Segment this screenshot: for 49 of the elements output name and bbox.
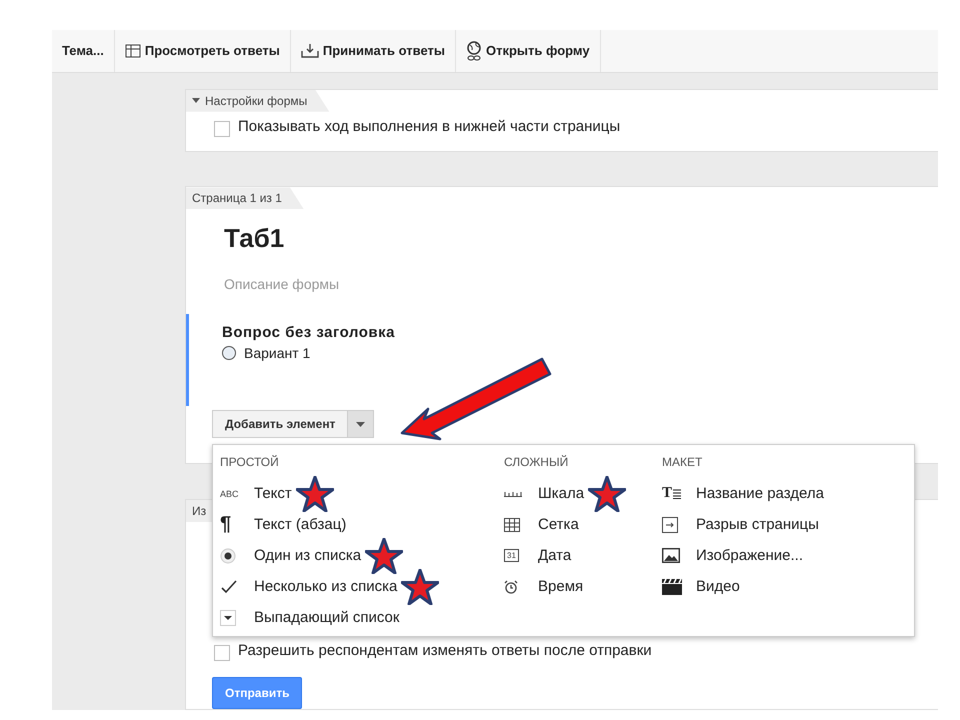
checkbox-label: Разрешить респондентам изменять ответы после отправки xyxy=(238,642,652,659)
menu-item[interactable]: Сетка xyxy=(538,516,579,533)
calendar-icon: 31 xyxy=(504,549,519,562)
section-tab[interactable]: Настройки формы xyxy=(186,90,330,112)
menu-item[interactable]: Один из списка xyxy=(254,547,362,564)
menu-item[interactable]: Название раздела xyxy=(696,485,824,502)
menu-item[interactable]: Разрыв страницы xyxy=(696,516,819,533)
grid-icon xyxy=(504,518,520,532)
menu-item[interactable]: Несколько из списка xyxy=(254,578,398,595)
menu-item[interactable]: Время xyxy=(538,578,584,595)
menu-heading: МАКЕТ xyxy=(662,455,704,471)
text-icon: ABC xyxy=(220,488,239,498)
menu-item[interactable]: Дата xyxy=(538,547,572,564)
caret-icon xyxy=(192,98,200,104)
page-break-icon xyxy=(662,516,678,532)
menu-item[interactable]: Текст (абзац) xyxy=(254,516,346,533)
toolbar-button[interactable]: Просмотреть ответы xyxy=(114,30,291,72)
checkbox[interactable] xyxy=(214,645,230,661)
question-title: Вопрос без заголовка xyxy=(222,324,396,342)
form-title: Таб1 xyxy=(224,223,286,254)
section-title: Настройки формы xyxy=(205,94,308,108)
checkbox-label: Показывать ход выполнения в нижней части страницы xyxy=(238,118,620,135)
ruler-icon xyxy=(504,490,522,496)
download-icon xyxy=(300,43,319,58)
menu-heading: СЛОЖНЫЙ xyxy=(504,455,570,471)
radio-button[interactable] xyxy=(222,346,236,360)
option-label: Вариант 1 xyxy=(244,345,310,362)
menu-heading: ПРОСТОЙ xyxy=(220,455,280,471)
menu-item[interactable]: Шкала xyxy=(538,485,584,502)
description-field[interactable]: Описание формы xyxy=(224,276,524,292)
menu-item[interactable]: Выпадающий список xyxy=(254,609,400,626)
toolbar-button[interactable]: Принимать ответы xyxy=(290,30,456,72)
table-icon xyxy=(124,44,141,58)
globe-icon xyxy=(466,40,482,61)
checkmark-icon xyxy=(220,578,238,594)
alarm-clock-icon xyxy=(504,580,518,594)
image-icon xyxy=(662,548,680,563)
menu-item[interactable]: Видео xyxy=(696,578,740,595)
menu-item[interactable]: Изображение... xyxy=(696,547,803,564)
caret-icon xyxy=(356,422,366,427)
menu-item[interactable]: Текст xyxy=(254,485,292,502)
radio-icon xyxy=(220,548,236,564)
checkbox[interactable] xyxy=(214,120,230,137)
toolbar-button[interactable]: Открыть форму xyxy=(456,30,601,72)
add-item-button[interactable]: Добавить элемент xyxy=(212,410,348,438)
dropdown-button[interactable] xyxy=(348,410,374,438)
dropdown-icon xyxy=(220,610,236,626)
clapperboard-icon xyxy=(662,578,682,594)
toolbar-button[interactable]: Тема... xyxy=(52,30,115,72)
